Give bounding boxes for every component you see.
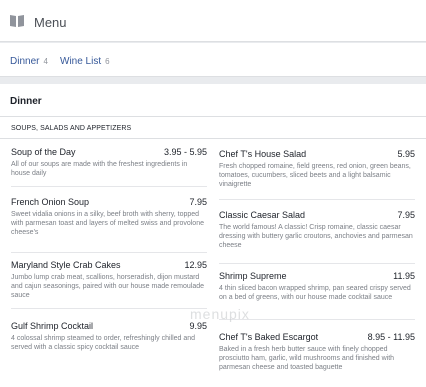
menu-item-description: The world famous! A classic! Crisp romai…: [219, 224, 413, 249]
watermark: menupix: [190, 306, 250, 322]
tab-dinner-count: 4: [43, 57, 48, 66]
menu-item: French Onion Soup 7.95 Sweet vidalia oni…: [11, 197, 207, 253]
menu-item-description: Baked in a fresh herb butter sauce with …: [219, 346, 395, 371]
menu-item-price: 7.95: [189, 197, 207, 207]
menu-item: Gulf Shrimp Cocktail 9.95 4 colossal shr…: [11, 321, 207, 361]
menu-item-name: Chef T's Baked Escargot: [219, 332, 319, 342]
menu-item: Chef T's House Salad 5.95 Fresh chopped …: [219, 149, 415, 200]
menu-item-description: 4 colossal shrimp steamed to order, refr…: [11, 335, 196, 351]
menu-item-price: 12.95: [184, 260, 207, 270]
menu-item: Maryland Style Crab Cakes 12.95 Jumbo lu…: [11, 260, 207, 310]
tab-wine-list-label: Wine List: [60, 56, 102, 67]
divider: [11, 252, 207, 253]
section-title: Dinner: [10, 96, 42, 107]
menu-item-price: 3.95 - 5.95: [163, 147, 207, 157]
menu-item-price: 8.95 - 11.95: [367, 332, 415, 342]
menu-item-price: 5.95: [397, 149, 415, 159]
divider: [11, 308, 207, 309]
menu-item-name: Chef T's House Salad: [219, 149, 307, 159]
tab-wine-list[interactable]: Wine List 6: [60, 56, 110, 67]
tab-dinner[interactable]: Dinner 4: [10, 56, 48, 67]
menu-item-price: 9.95: [189, 321, 207, 331]
menu-item: Classic Caesar Salad 7.95 The world famo…: [219, 210, 415, 264]
menu-header: Menu: [0, 0, 426, 42]
menu-item: Chef T's Baked Escargot 8.95 - 11.95 Bak…: [219, 332, 415, 382]
menu-item-name: Classic Caesar Salad: [219, 210, 306, 220]
divider: [0, 116, 426, 117]
menu-item-name: Maryland Style Crab Cakes: [11, 260, 121, 270]
category-title: SOUPS, SALADS AND APPETIZERS: [11, 125, 132, 132]
menu-section-panel: Dinner SOUPS, SALADS AND APPETIZERS Soup…: [0, 84, 426, 387]
book-icon: [10, 15, 24, 27]
menu-item-name: Gulf Shrimp Cocktail: [11, 321, 94, 331]
page-title: Menu: [34, 15, 67, 30]
divider: [219, 263, 415, 264]
menu-item-description: Jumbo lump crab meat, scallions, horsera…: [11, 274, 205, 299]
menu-item-description: 4 thin sliced bacon wrapped shrimp, pan …: [219, 285, 411, 301]
divider: [219, 199, 415, 200]
menu-item-name: French Onion Soup: [11, 197, 90, 207]
menu-item-description: All of our soups are made with the fresh…: [11, 161, 188, 177]
menu-item: Soup of the Day 3.95 - 5.95 All of our s…: [11, 147, 207, 187]
menu-item-description: Sweet vidalia onions in a silky, beef br…: [11, 211, 204, 236]
menu-tabs: Dinner 4 Wine List 6: [0, 43, 426, 77]
tab-wine-list-count: 6: [105, 57, 110, 66]
menu-item-name: Soup of the Day: [11, 147, 76, 157]
divider: [11, 186, 207, 187]
divider: [0, 138, 426, 139]
menu-item-price: 7.95: [397, 210, 415, 220]
menu-item-name: Shrimp Supreme: [219, 271, 287, 281]
tab-dinner-label: Dinner: [10, 56, 40, 67]
menu-item-price: 11.95: [393, 271, 415, 281]
menu-item-description: Fresh chopped romaine, field greens, red…: [219, 163, 411, 188]
